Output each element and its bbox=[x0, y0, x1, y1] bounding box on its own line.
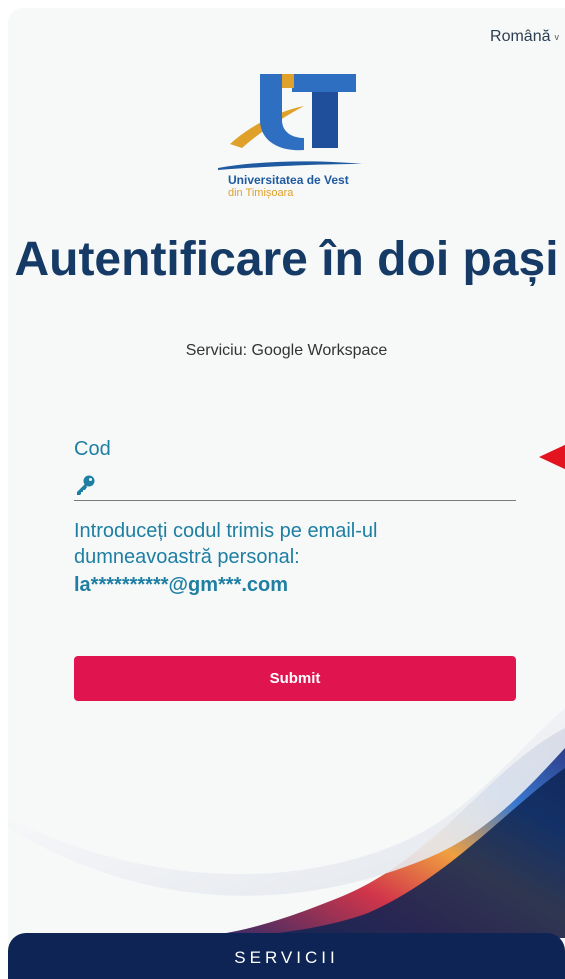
code-input[interactable] bbox=[106, 475, 516, 495]
code-field-label: Cod bbox=[74, 438, 111, 460]
annotation-arrow bbox=[539, 444, 565, 470]
service-subtitle: Serviciu: Google Workspace bbox=[185, 342, 388, 359]
key-icon bbox=[77, 475, 95, 495]
logo-t-bar bbox=[292, 74, 356, 92]
language-label: Română bbox=[490, 28, 551, 45]
submit-button[interactable]: Submit bbox=[74, 656, 516, 701]
logo-wordmark: Universitatea de Vest din Timișoara bbox=[228, 174, 349, 200]
logo-underline bbox=[218, 161, 362, 170]
instructions-text: Introduceți codul trimis pe email-ul dum… bbox=[74, 520, 378, 568]
page-title: Autentificare în doi pași bbox=[14, 233, 559, 286]
logo-name-line1: Universitatea de Vest bbox=[228, 173, 349, 187]
logo-t-stem bbox=[312, 92, 338, 148]
servicii-bar[interactable]: SERVICII bbox=[8, 933, 565, 979]
decorative-wave bbox=[8, 708, 565, 938]
masked-email: la**********@gm***.com bbox=[74, 574, 289, 596]
language-selector[interactable]: Română v bbox=[490, 28, 559, 46]
logo-accent bbox=[282, 74, 294, 88]
login-page: Română v Universitatea de Vest din Timiș… bbox=[8, 8, 565, 979]
chevron-down-icon: v bbox=[554, 32, 560, 42]
logo-name-line2: din Timișoara bbox=[228, 187, 294, 199]
code-field bbox=[74, 470, 516, 501]
